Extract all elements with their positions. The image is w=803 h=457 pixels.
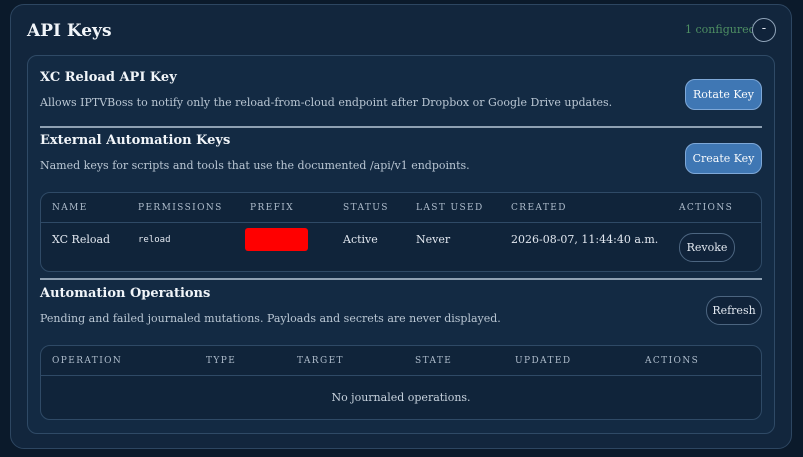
automation-keys-title: External Automation Keys bbox=[40, 133, 231, 148]
create-key-button[interactable]: Create Key bbox=[685, 143, 762, 174]
key-name: XC Reload bbox=[52, 233, 111, 246]
operations-title: Automation Operations bbox=[40, 286, 211, 301]
operations-table: OPERATION TYPE TARGET STATE UPDATED ACTI… bbox=[40, 345, 762, 420]
panel-title: API Keys bbox=[27, 21, 112, 41]
refresh-button[interactable]: Refresh bbox=[706, 296, 762, 325]
column-header-status: STATUS bbox=[343, 203, 389, 213]
api-keys-card: XC Reload API Key Allows IPTVBoss to not… bbox=[27, 55, 775, 434]
column-header-name: NAME bbox=[52, 203, 88, 213]
automation-keys-table: NAME PERMISSIONS PREFIX STATUS LAST USED… bbox=[40, 192, 762, 272]
column-header-actions: ACTIONS bbox=[679, 203, 734, 213]
table-header-divider bbox=[41, 375, 761, 376]
column-header-permissions: PERMISSIONS bbox=[138, 203, 223, 213]
operations-description: Pending and failed journaled mutations. … bbox=[40, 312, 501, 325]
key-last-used: Never bbox=[416, 233, 451, 246]
column-header-updated: UPDATED bbox=[515, 356, 572, 366]
revoke-button[interactable]: Revoke bbox=[679, 233, 735, 262]
column-header-operation: OPERATION bbox=[52, 356, 123, 366]
column-header-actions: ACTIONS bbox=[645, 356, 700, 366]
collapse-button[interactable]: - bbox=[752, 18, 776, 42]
key-permissions: reload bbox=[138, 235, 171, 245]
section-divider bbox=[40, 126, 762, 128]
key-status: Active bbox=[343, 233, 378, 246]
column-header-target: TARGET bbox=[297, 356, 344, 366]
column-header-state: STATE bbox=[415, 356, 453, 366]
table-header-divider bbox=[41, 222, 761, 223]
automation-keys-description: Named keys for scripts and tools that us… bbox=[40, 159, 470, 172]
column-header-created: CREATED bbox=[511, 203, 567, 213]
reload-section-title: XC Reload API Key bbox=[40, 70, 177, 85]
rotate-key-button[interactable]: Rotate Key bbox=[685, 79, 762, 110]
configured-count: 1 configured bbox=[685, 23, 756, 36]
column-header-last-used: LAST USED bbox=[416, 203, 484, 213]
column-header-prefix: PREFIX bbox=[250, 203, 295, 213]
key-created: 2026-08-07, 11:44:40 a.m. bbox=[511, 233, 659, 246]
section-divider bbox=[40, 278, 762, 280]
api-keys-panel: API Keys 1 configured - XC Reload API Ke… bbox=[10, 4, 792, 449]
column-header-type: TYPE bbox=[206, 356, 237, 366]
redacted-key-prefix bbox=[245, 228, 308, 251]
empty-state-message: No journaled operations. bbox=[331, 391, 471, 404]
reload-section-description: Allows IPTVBoss to notify only the reloa… bbox=[40, 96, 613, 109]
